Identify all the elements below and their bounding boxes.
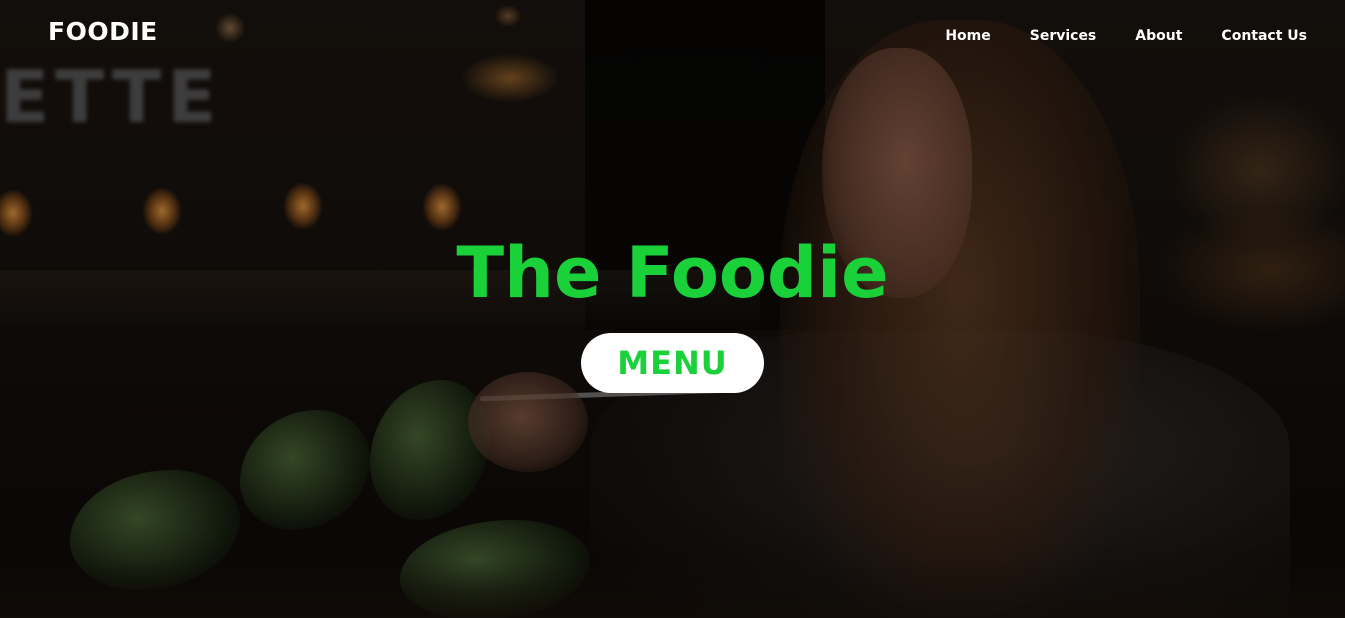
nav-link-services[interactable]: Services <box>1030 28 1097 44</box>
nav-item-home: Home <box>945 25 990 44</box>
nav-link-contact-us[interactable]: Contact Us <box>1221 28 1307 44</box>
nav-item-about: About <box>1135 25 1182 44</box>
hero-title: The Foodie <box>456 232 889 314</box>
top-navbar: FOODIE Home Services About Contact Us <box>0 0 1345 70</box>
nav-links: Home Services About Contact Us <box>945 25 1307 44</box>
brand-logo[interactable]: FOODIE <box>48 17 158 46</box>
nav-item-services: Services <box>1030 25 1097 44</box>
nav-item-contact-us: Contact Us <box>1221 25 1307 44</box>
nav-link-home[interactable]: Home <box>945 28 990 44</box>
menu-button[interactable]: MENU <box>581 333 764 393</box>
nav-link-about[interactable]: About <box>1135 28 1182 44</box>
